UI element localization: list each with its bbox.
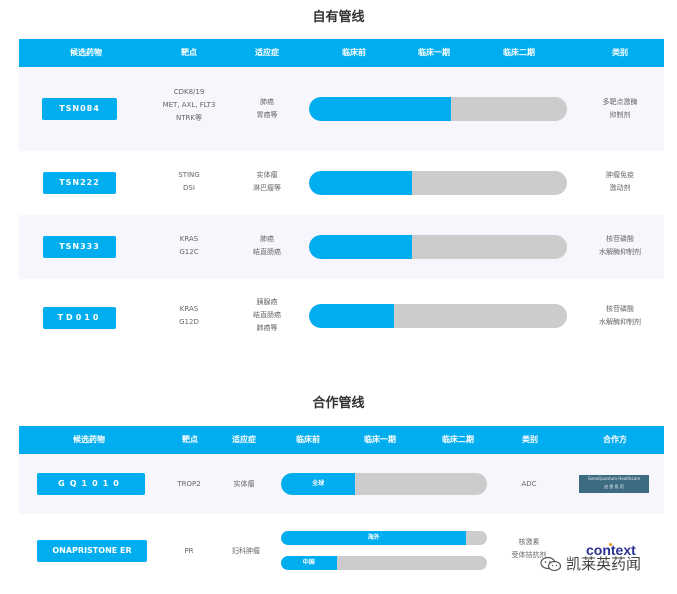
header-target: 靶点	[181, 48, 197, 57]
indication-cell: 肺癌 胃癌等	[256, 98, 278, 119]
pipeline-row-gq1010: GQ1010 TROP2 实体瘤 全球 ADC GeneQuantum Heal…	[19, 454, 664, 514]
header-target: 靶点	[182, 435, 198, 444]
target-cell: STING DSI	[178, 171, 200, 192]
drug-button-tsn333[interactable]: TSN333	[43, 236, 116, 258]
category-cell: 肿瘤免疫 激动剂	[606, 171, 634, 192]
wechat-icon	[540, 556, 562, 572]
drug-button-tsn084[interactable]: TSN084	[42, 98, 117, 120]
header-phase1: 临床一期	[418, 48, 450, 57]
bar-label: 中国	[302, 559, 315, 566]
progress-fill: 全球	[281, 473, 356, 495]
category-cell: 核苷磷酸 水解酶抑制剂	[599, 235, 641, 256]
progress-track	[309, 171, 567, 195]
progress-track-china: 中国	[281, 556, 487, 570]
progress-track	[309, 97, 567, 121]
indication-cell: 肺癌 结直肠癌	[253, 235, 281, 256]
header-drug: 候选药物	[73, 435, 105, 444]
target-cell: PR	[184, 547, 194, 555]
header-indication: 适应症	[232, 435, 256, 444]
drug-button-tsn222[interactable]: TSN222	[43, 172, 116, 194]
progress-track-overseas: 海外	[281, 531, 487, 545]
indication-cell: 实体瘤 淋巴瘤等	[253, 171, 281, 192]
drug-button-gq1010[interactable]: GQ1010	[37, 473, 145, 495]
header-phase2: 临床二期	[442, 435, 474, 444]
own-pipeline-header: 候选药物 靶点 适应症 临床前 临床一期 临床二期 类别	[19, 39, 664, 67]
progress-fill	[309, 304, 395, 328]
drug-button-onapristone[interactable]: ONAPRISTONE ER	[37, 540, 147, 562]
header-preclinical: 临床前	[296, 435, 320, 444]
progress-fill: 海外	[281, 531, 467, 545]
drug-button-td010[interactable]: TD010	[43, 307, 116, 329]
header-phase1: 临床一期	[364, 435, 396, 444]
progress-fill: 中国	[281, 556, 337, 570]
header-drug: 候选药物	[70, 48, 102, 57]
progress-fill	[309, 97, 451, 121]
bar-label: 海外	[367, 534, 380, 541]
pipeline-row-tsn222: TSN222 STING DSI 实体瘤 淋巴瘤等 肿瘤免疫 激动剂	[19, 151, 664, 215]
coop-pipeline-title: 合作管线	[312, 396, 365, 411]
header-category: 类别	[612, 48, 628, 57]
indication-cell: 实体瘤	[233, 480, 255, 488]
context-dot	[609, 543, 612, 546]
progress-fill	[309, 235, 413, 259]
bar-label: 全球	[312, 480, 325, 487]
progress-fill	[309, 171, 413, 195]
category-cell: 核苷磷酸 水解酶抑制剂	[599, 305, 641, 326]
header-phase2: 临床二期	[503, 48, 535, 57]
target-cell: TROP2	[177, 480, 201, 488]
category-cell: 多靶点激酶 抑制剂	[602, 98, 638, 119]
category-cell: ADC	[521, 480, 537, 488]
target-cell: KRAS G12D	[179, 305, 199, 326]
progress-track	[309, 235, 567, 259]
coop-pipeline-header: 候选药物 靶点 适应症 临床前 临床一期 临床二期 类别 合作方	[19, 426, 664, 454]
target-cell: CDK8/19 MET, AXL, FLT3 NTRK等	[162, 88, 216, 122]
partner-logo-genequantum: GeneQuantum Healthcare 启 德 医 药	[579, 475, 649, 493]
header-indication: 适应症	[255, 48, 279, 57]
watermark-text: 凯莱英药闻	[566, 555, 642, 573]
indication-cell: 胰腺癌 结直肠癌 肺癌等	[253, 298, 281, 332]
pipeline-row-tsn333: TSN333 KRAS G12C 肺癌 结直肠癌 核苷磷酸 水解酶抑制剂	[19, 215, 664, 279]
progress-track	[309, 304, 567, 328]
header-category: 类别	[522, 435, 538, 444]
header-partner: 合作方	[603, 435, 627, 444]
pipeline-row-tsn084: TSN084 CDK8/19 MET, AXL, FLT3 NTRK等 肺癌 胃…	[19, 67, 664, 151]
indication-cell: 妇科肿瘤	[232, 547, 260, 555]
own-pipeline-title: 自有管线	[312, 10, 365, 25]
target-cell: KRAS G12C	[179, 235, 199, 256]
progress-track-global: 全球	[281, 473, 487, 495]
pipeline-row-td010: TD010 KRAS G12D 胰腺癌 结直肠癌 肺癌等 核苷磷酸 水解酶抑制剂	[19, 279, 664, 355]
header-preclinical: 临床前	[342, 48, 366, 57]
